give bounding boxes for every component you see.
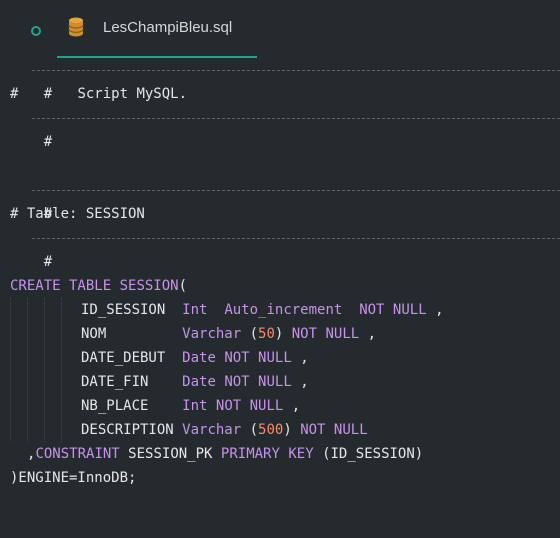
table-comment: # Table: SESSION bbox=[10, 206, 145, 222]
column-name: NB_PLACE bbox=[81, 398, 149, 414]
dashed-rule bbox=[32, 190, 560, 191]
column-separator: , bbox=[435, 302, 444, 318]
comment-divider: # bbox=[10, 58, 560, 102]
tab-bar: LesChampiBleu.sql bbox=[0, 0, 560, 58]
column-separator: , bbox=[367, 326, 377, 342]
column-line: DATE_FIN Date NOT NULL , bbox=[81, 370, 309, 394]
table-name: SESSION bbox=[119, 278, 179, 294]
column-name: DESCRIPTION bbox=[81, 422, 174, 438]
column-line: ID_SESSION Int Auto_increment NOT NULL , bbox=[81, 298, 444, 322]
column-constraint: NOT NULL bbox=[359, 302, 427, 318]
column-type: Int bbox=[182, 398, 208, 414]
column-line: NB_PLACE Int NOT NULL , bbox=[81, 394, 300, 418]
indent-guide bbox=[44, 298, 45, 442]
code-line-constraint: ,CONSTRAINT SESSION_PK PRIMARY KEY (ID_S… bbox=[27, 442, 423, 466]
primary-key-columns: (ID_SESSION) bbox=[322, 446, 424, 462]
column-constraint: NOT NULL bbox=[291, 326, 360, 342]
column-name: DATE_FIN bbox=[81, 374, 149, 390]
column-name: DATE_DEBUT bbox=[81, 350, 166, 366]
column-type: Int bbox=[182, 302, 208, 318]
unsaved-indicator-icon[interactable] bbox=[31, 26, 41, 36]
column-type: Varchar bbox=[182, 422, 242, 438]
column-line: NOM Varchar (50) NOT NULL , bbox=[81, 326, 377, 342]
indent-guide bbox=[10, 298, 11, 442]
column-constraint: NOT NULL bbox=[215, 398, 284, 414]
comment-hash: # bbox=[43, 134, 53, 150]
column-separator: , bbox=[291, 398, 301, 414]
keyword-primary-key: PRIMARY KEY bbox=[220, 446, 314, 462]
dashed-rule bbox=[32, 238, 560, 239]
open-paren: ( bbox=[178, 278, 188, 294]
tab-leschampibleu-sql[interactable]: LesChampiBleu.sql bbox=[57, 0, 257, 58]
column-type: Date bbox=[182, 374, 216, 390]
code-line-create: CREATE TABLE SESSION( bbox=[10, 274, 187, 298]
constraint-name: SESSION_PK bbox=[128, 446, 213, 462]
column-extra: Auto_increment bbox=[224, 302, 343, 318]
column-length: 500 bbox=[258, 422, 284, 438]
column-constraint: NOT NULL bbox=[224, 374, 292, 390]
column-name: NOM bbox=[81, 326, 107, 342]
keyword-create-table: CREATE TABLE bbox=[10, 278, 112, 294]
comment-hash: # bbox=[43, 254, 53, 270]
column-type: Date bbox=[182, 350, 216, 366]
code-editor[interactable]: # # Script MySQL. # # # Table: SESSION #… bbox=[0, 58, 560, 538]
column-separator: , bbox=[300, 350, 309, 366]
dashed-rule bbox=[32, 70, 560, 71]
dashed-rule bbox=[32, 118, 560, 119]
database-icon bbox=[68, 17, 84, 37]
comment-hash: # bbox=[10, 86, 19, 102]
script-title: Script MySQL. bbox=[77, 86, 188, 102]
column-separator: , bbox=[300, 374, 309, 390]
comment-divider: # bbox=[10, 178, 560, 222]
column-constraint: NOT NULL bbox=[300, 422, 368, 438]
comment-line: # Table: SESSION bbox=[10, 202, 145, 226]
column-type: Varchar bbox=[182, 326, 242, 342]
tab-label: LesChampiBleu.sql bbox=[103, 19, 233, 36]
column-line: DATE_DEBUT Date NOT NULL , bbox=[81, 346, 309, 370]
comment-line: # Script MySQL. bbox=[10, 82, 187, 106]
indent-guide bbox=[27, 298, 28, 442]
column-line: DESCRIPTION Varchar (500) NOT NULL bbox=[81, 422, 368, 438]
indent-guide bbox=[61, 298, 62, 442]
keyword-constraint: CONSTRAINT bbox=[35, 446, 120, 462]
column-constraint: NOT NULL bbox=[224, 350, 292, 366]
column-length: 50 bbox=[258, 326, 275, 342]
comment-divider: # bbox=[10, 226, 560, 270]
comment-divider: # bbox=[10, 106, 560, 150]
code-line-engine: )ENGINE=InnoDB; bbox=[10, 466, 136, 490]
column-name: ID_SESSION bbox=[81, 302, 166, 318]
engine-clause: )ENGINE=InnoDB; bbox=[10, 470, 137, 486]
